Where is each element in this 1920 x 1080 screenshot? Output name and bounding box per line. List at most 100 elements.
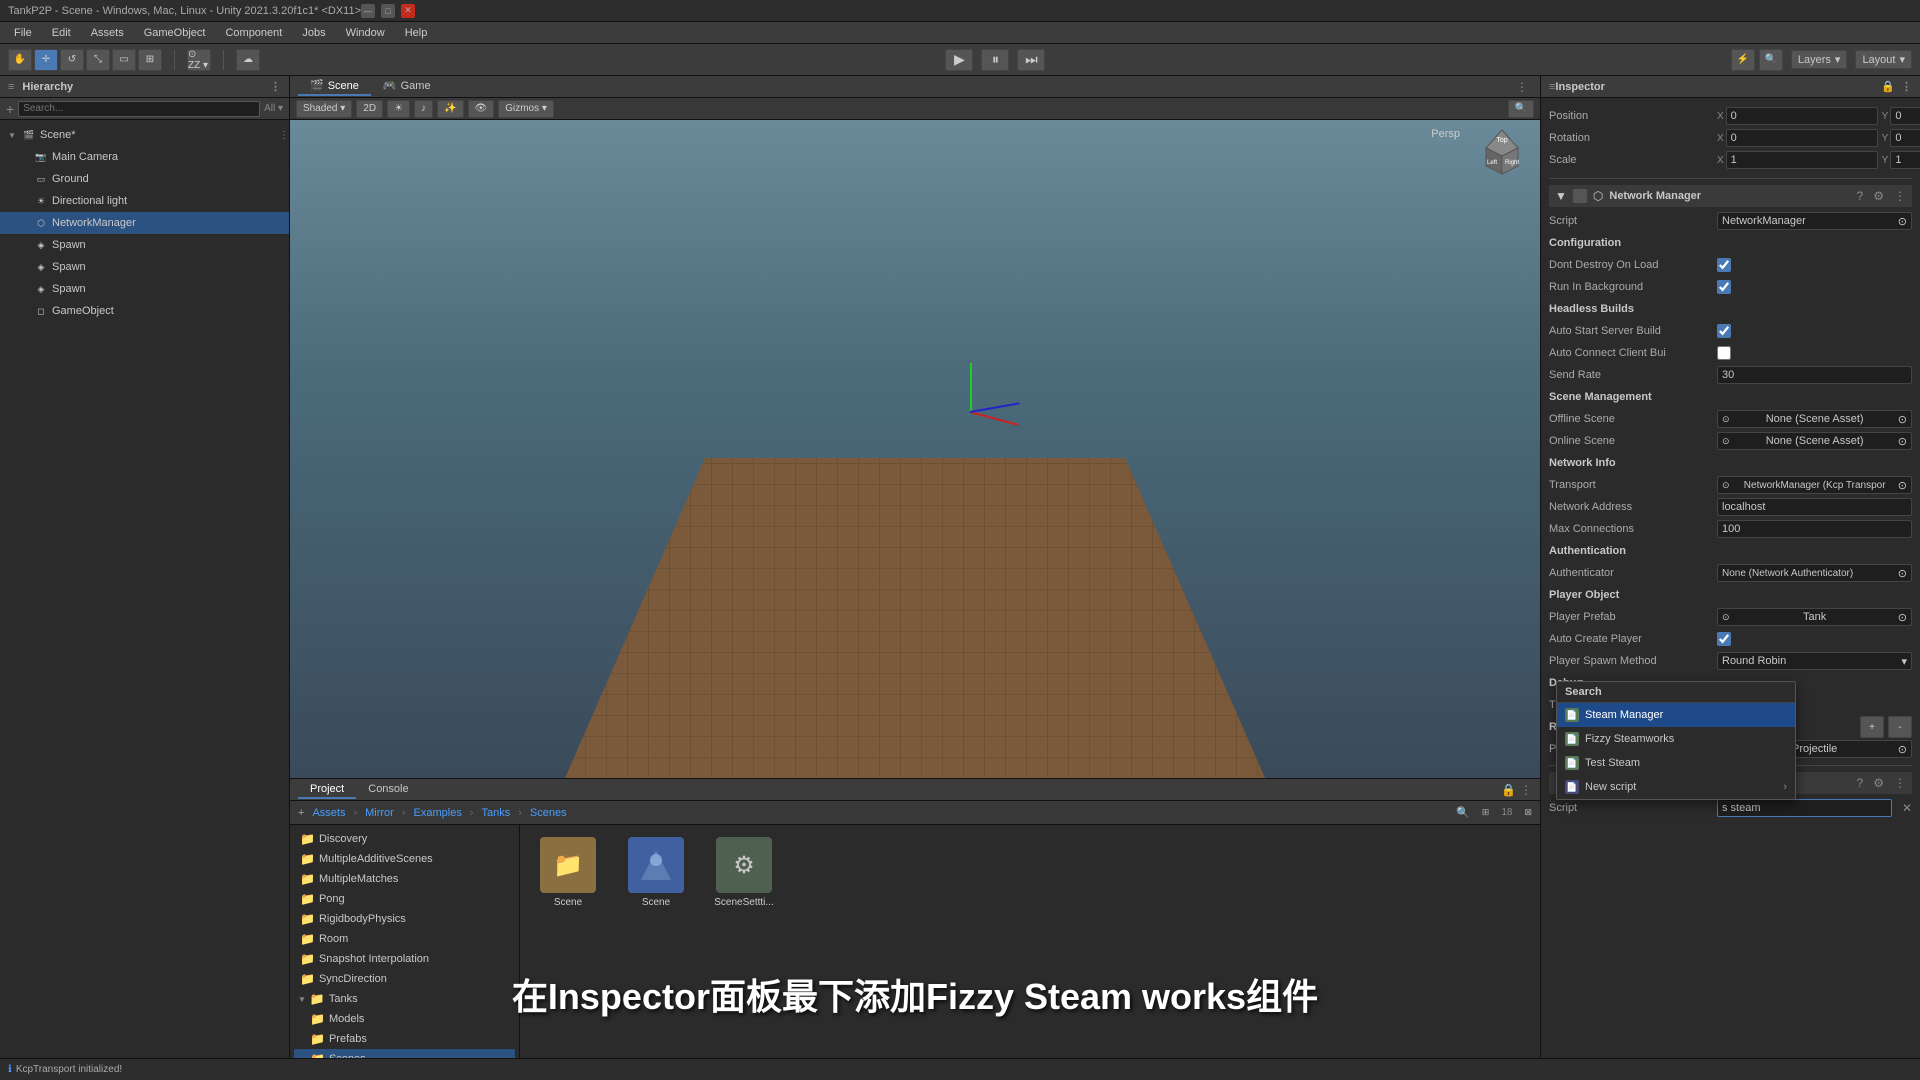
sc-settings[interactable]: ⚙	[1873, 776, 1884, 790]
dropdown-fizzy-steamworks[interactable]: 📄 Fizzy Steamworks	[1557, 727, 1795, 751]
nav-cube[interactable]: Top Left Right	[1472, 128, 1532, 188]
search-scene[interactable]: 🔍	[1508, 100, 1534, 118]
nm-settings[interactable]: ⚙	[1873, 189, 1884, 203]
pos-x-field[interactable]	[1726, 107, 1878, 125]
sc-help[interactable]: ?	[1857, 776, 1864, 790]
inspector-menu[interactable]: ⋮	[1901, 80, 1912, 93]
auto-connect-checkbox[interactable]	[1717, 346, 1731, 360]
scene-menu[interactable]: ⋮	[279, 130, 289, 141]
asset-scene[interactable]: Scene	[616, 833, 696, 912]
offline-scene-dropdown[interactable]: ⊙ None (Scene Asset) ⊙	[1717, 410, 1912, 428]
hierarchy-menu[interactable]: ⋮	[270, 80, 281, 93]
hierarchy-all[interactable]: All ▾	[264, 103, 283, 114]
folder-pong[interactable]: 📁Pong	[294, 889, 515, 909]
dropdown-new-script[interactable]: 📄 New script ›	[1557, 775, 1795, 799]
max-connections-field[interactable]	[1717, 520, 1912, 538]
folder-syncdirection[interactable]: 📁SyncDirection	[294, 969, 515, 989]
folder-multiple-additive[interactable]: 📁MultipleAdditiveScenes	[294, 849, 515, 869]
audio-btn[interactable]: ♪	[414, 100, 433, 118]
script-search-field[interactable]	[1717, 799, 1892, 817]
rot-y-field[interactable]	[1890, 129, 1920, 147]
hierarchy-add[interactable]: +	[6, 101, 14, 117]
perspective-btn[interactable]: 2D	[356, 100, 383, 118]
hierarchy-spawn-2[interactable]: ◈ Spawn	[0, 256, 289, 278]
menu-component[interactable]: Component	[217, 25, 290, 41]
hierarchy-directional-light[interactable]: ☀ Directional light	[0, 190, 289, 212]
breadcrumb-scenes[interactable]: Scenes	[530, 807, 567, 819]
menu-edit[interactable]: Edit	[44, 25, 79, 41]
scene-view[interactable]: Persp Top Left Right	[290, 120, 1540, 778]
dropdown-steam-manager[interactable]: 📄 Steam Manager	[1557, 703, 1795, 727]
network-address-field[interactable]	[1717, 498, 1912, 516]
hierarchy-gameobject[interactable]: ◻ GameObject	[0, 300, 289, 322]
bottom-lock[interactable]: 🔒	[1501, 783, 1516, 797]
tab-console[interactable]: Console	[356, 781, 420, 799]
nm-help[interactable]: ?	[1857, 189, 1864, 203]
sc-menu[interactable]: ⋮	[1894, 776, 1906, 790]
step-button[interactable]: ⏭	[1017, 49, 1045, 71]
breadcrumb-mirror[interactable]: Mirror	[365, 807, 394, 819]
project-size-large[interactable]: ⊠	[1524, 807, 1532, 818]
send-rate-field[interactable]	[1717, 366, 1912, 384]
menu-help[interactable]: Help	[397, 25, 436, 41]
gizmos-btn[interactable]: Gizmos ▾	[498, 100, 554, 118]
nm-checkbox[interactable]	[1573, 189, 1587, 203]
hierarchy-main-camera[interactable]: 📷 Main Camera	[0, 146, 289, 168]
inspector-lock[interactable]: 🔒	[1881, 80, 1895, 93]
breadcrumb-tanks[interactable]: Tanks	[481, 807, 510, 819]
scale-x-field[interactable]	[1726, 151, 1878, 169]
lighting-btn[interactable]: ☀	[387, 100, 410, 118]
play-button[interactable]: ▶	[945, 49, 973, 71]
layers-dropdown[interactable]: Layers ▾	[1791, 50, 1848, 69]
rotate-tool[interactable]: ↺	[60, 49, 84, 71]
maximize-button[interactable]: □	[381, 4, 395, 18]
folder-models[interactable]: 📁Models	[294, 1009, 515, 1029]
menu-file[interactable]: File	[6, 25, 40, 41]
folder-discovery[interactable]: 📁Discovery	[294, 829, 515, 849]
transform-tool[interactable]: ⊞	[138, 49, 162, 71]
breadcrumb-assets[interactable]: Assets	[312, 807, 345, 819]
nm-menu[interactable]: ⋮	[1894, 189, 1906, 203]
dropdown-test-steam[interactable]: 📄 Test Steam	[1557, 751, 1795, 775]
bottom-options[interactable]: ⋮	[1520, 783, 1532, 797]
project-size-small[interactable]: ⊞	[1482, 807, 1490, 818]
hierarchy-spawn-3[interactable]: ◈ Spawn	[0, 278, 289, 300]
project-add[interactable]: +	[298, 807, 304, 819]
search-btn[interactable]: 🔍	[1759, 49, 1783, 71]
tab-project[interactable]: Project	[298, 781, 356, 799]
script-dropdown-btn[interactable]: NetworkManager ⊙	[1717, 212, 1912, 230]
hierarchy-network-manager[interactable]: ⬡ NetworkManager	[0, 212, 289, 234]
hidden-btn[interactable]: 👁	[468, 100, 495, 118]
tab-scene[interactable]: 🎬 Scene	[298, 77, 371, 96]
hierarchy-scene[interactable]: ▼ 🎬 Scene* ⋮	[0, 124, 289, 146]
move-tool[interactable]: ✛	[34, 49, 58, 71]
auto-create-player-checkbox[interactable]	[1717, 632, 1731, 646]
menu-assets[interactable]: Assets	[83, 25, 132, 41]
transport-dropdown[interactable]: ⊙ NetworkManager (Kcp Transpor ⊙	[1717, 476, 1912, 494]
asset-scene-settings[interactable]: ⚙ SceneSettti...	[704, 833, 784, 912]
layout-dropdown[interactable]: Layout ▾	[1855, 50, 1912, 69]
rot-x-field[interactable]	[1726, 129, 1878, 147]
player-spawn-dropdown[interactable]: Round Robin ▾	[1717, 652, 1912, 670]
folder-tanks[interactable]: ▼📁Tanks	[294, 989, 515, 1009]
run-bg-checkbox[interactable]	[1717, 280, 1731, 294]
hand-tool[interactable]: ✋	[8, 49, 32, 71]
folder-multiple-matches[interactable]: 📁MultipleMatches	[294, 869, 515, 889]
folder-rigidbody[interactable]: 📁RigidbodyPhysics	[294, 909, 515, 929]
online-scene-dropdown[interactable]: ⊙ None (Scene Asset) ⊙	[1717, 432, 1912, 450]
hierarchy-ground[interactable]: ▭ Ground	[0, 168, 289, 190]
rect-tool[interactable]: ▭	[112, 49, 136, 71]
hierarchy-search[interactable]	[18, 101, 260, 117]
player-prefab-dropdown[interactable]: ⊙ Tank ⊙	[1717, 608, 1912, 626]
dont-destroy-checkbox[interactable]	[1717, 258, 1731, 272]
pause-button[interactable]: ⏸	[981, 49, 1009, 71]
shading-btn[interactable]: Shaded ▾	[296, 100, 352, 118]
breadcrumb-examples[interactable]: Examples	[414, 807, 462, 819]
menu-jobs[interactable]: Jobs	[294, 25, 333, 41]
hierarchy-spawn-1[interactable]: ◈ Spawn	[0, 234, 289, 256]
authenticator-dropdown[interactable]: None (Network Authenticator) ⊙	[1717, 564, 1912, 582]
network-manager-header[interactable]: ▼ ⬡ Network Manager ? ⚙ ⋮	[1549, 185, 1912, 207]
auto-start-checkbox[interactable]	[1717, 324, 1731, 338]
scale-y-field[interactable]	[1890, 151, 1920, 169]
pos-y-field[interactable]	[1890, 107, 1920, 125]
